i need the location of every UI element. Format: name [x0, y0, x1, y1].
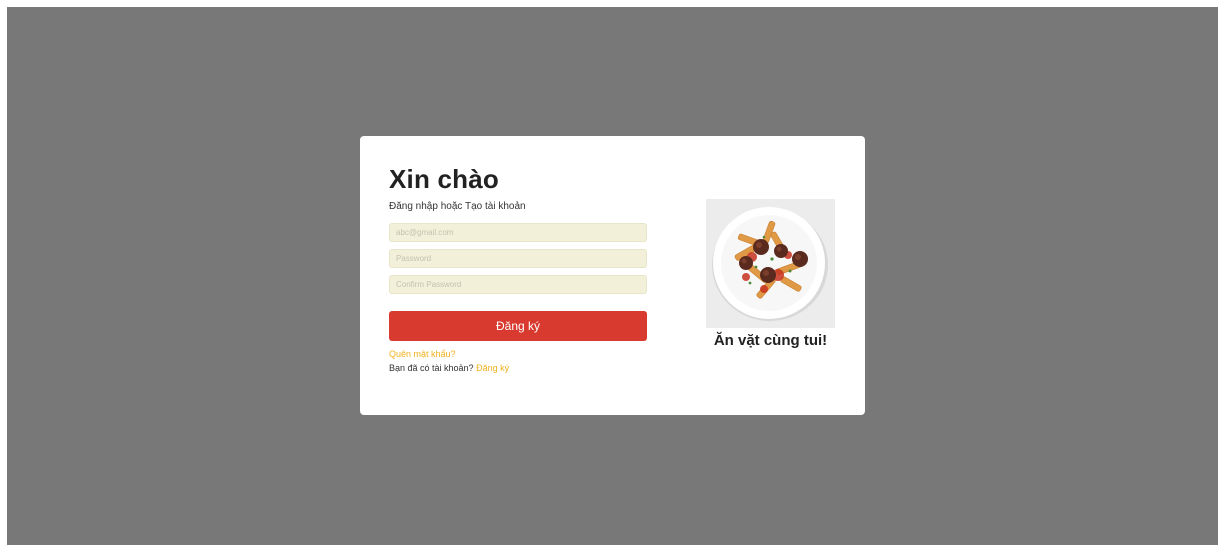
register-link[interactable]: Đăng ký [476, 363, 509, 373]
register-modal: Xin chào Đăng nhập hoặc Tạo tài khoản Đă… [360, 136, 865, 415]
forgot-password-link[interactable]: Quên mật khẩu? [389, 349, 647, 360]
promo-caption: Ăn vặt cùng tui! [713, 332, 828, 349]
page-subtitle: Đăng nhập hoặc Tạo tài khoản [389, 201, 526, 212]
email-field[interactable] [389, 223, 647, 242]
register-button[interactable]: Đăng ký [389, 311, 647, 341]
password-field[interactable] [389, 249, 647, 268]
pasta-plate-image [706, 199, 835, 328]
confirm-password-field[interactable] [389, 275, 647, 294]
register-form: Xin chào Đăng nhập hoặc Tạo tài khoản Đă… [389, 164, 647, 374]
have-account-line: Bạn đã có tài khoản? Đăng ký [389, 363, 647, 374]
page-title: Xin chào [389, 164, 499, 194]
have-account-text: Bạn đã có tài khoản? [389, 363, 474, 373]
promo-panel: Ăn vặt cùng tui! [706, 199, 835, 349]
